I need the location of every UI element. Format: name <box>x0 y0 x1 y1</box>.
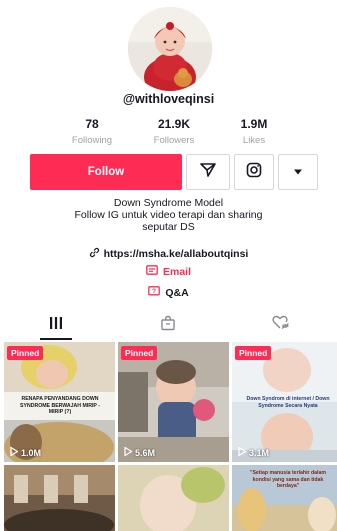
video-thumbnail[interactable]: Down Syndrom di internet / Down Syndrome… <box>232 342 337 462</box>
pinned-badge: Pinned <box>235 346 272 360</box>
followers-label: Followers <box>153 135 195 146</box>
qa-button[interactable]: ? Q&A <box>0 286 337 300</box>
caret-down-icon <box>293 163 303 181</box>
video-caption: "Setiap manusia terlahir dalam kondisi y… <box>250 470 326 489</box>
likes-label: Likes <box>242 135 266 146</box>
follow-button[interactable]: Follow <box>30 154 182 190</box>
video-thumbnail-image <box>4 465 115 531</box>
svg-text:?: ? <box>152 288 156 295</box>
video-thumbnail[interactable] <box>118 465 229 531</box>
bio-line-2: Follow IG untuk video terapi dan sharing <box>74 209 263 221</box>
tab-shop[interactable] <box>112 310 224 340</box>
video-thumbnail[interactable]: "Setiap manusia terlahir dalam kondisi y… <box>232 465 337 531</box>
email-label: Email <box>162 265 191 278</box>
view-count: 1.0M <box>10 446 42 458</box>
following-count: 78 <box>85 117 99 131</box>
send-icon <box>199 161 217 184</box>
tab-videos[interactable] <box>0 310 112 340</box>
view-count: 5.6M <box>124 446 156 458</box>
tab-liked[interactable] <box>225 310 337 340</box>
instagram-button[interactable] <box>234 154 274 190</box>
view-count-text: 5.6M <box>135 447 156 458</box>
video-caption: Down Syndrom di internet / Down Syndrome… <box>246 396 330 409</box>
video-thumbnail-image <box>118 465 229 531</box>
play-icon <box>124 446 133 458</box>
video-thumbnail[interactable]: Pinned 5.6M <box>118 342 229 462</box>
pinned-badge: Pinned <box>121 346 158 360</box>
following-stat[interactable]: 78 Following <box>52 117 132 146</box>
view-count-text: 1.0M <box>21 447 42 458</box>
grid-icon <box>49 316 63 334</box>
video-thumbnail[interactable] <box>4 465 115 531</box>
play-icon <box>10 446 19 458</box>
link-icon <box>89 247 100 261</box>
more-options-button[interactable] <box>278 154 318 190</box>
link-text: https://msha.ke/allaboutqinsi <box>103 248 249 260</box>
followers-count: 21.9K <box>157 117 191 131</box>
bio-link[interactable]: https://msha.ke/allaboutqinsi <box>0 247 337 261</box>
bio-line-1: Down Syndrome Model <box>113 197 224 209</box>
bio-line-3: seputar DS <box>142 221 195 233</box>
email-button[interactable]: Email <box>0 265 337 278</box>
video-grid: RENAPA PENYANDANG DOWN SYNDROME BERWAJAH… <box>0 340 337 531</box>
followers-stat[interactable]: 21.9K Followers <box>134 117 214 146</box>
qa-icon: ? <box>148 286 161 300</box>
pinned-badge: Pinned <box>7 346 44 360</box>
profile-tabs <box>0 310 337 340</box>
shopping-bag-icon <box>160 315 176 336</box>
qa-label: Q&A <box>165 287 189 299</box>
view-count-text: 3.1M <box>249 447 270 458</box>
video-caption: RENAPA PENYANDANG DOWN SYNDROME BERWAJAH… <box>20 396 100 415</box>
message-button[interactable] <box>186 154 230 190</box>
instagram-icon <box>246 162 262 183</box>
likes-count: 1.9M <box>240 117 268 131</box>
likes-stat: 1.9M Likes <box>214 117 294 146</box>
view-count: 3.1M <box>238 446 270 458</box>
avatar[interactable] <box>128 7 212 91</box>
username: @withloveqinsi <box>122 92 215 106</box>
video-thumbnail[interactable]: RENAPA PENYANDANG DOWN SYNDROME BERWAJAH… <box>4 342 115 462</box>
following-label: Following <box>71 135 113 146</box>
email-icon <box>146 265 158 278</box>
liked-hidden-icon <box>272 315 290 335</box>
play-icon <box>238 446 247 458</box>
video-thumbnail-image <box>118 342 229 462</box>
